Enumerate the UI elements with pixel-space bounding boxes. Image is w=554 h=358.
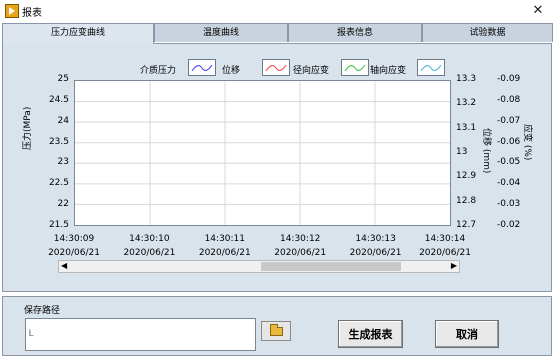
y-mid-tick-label: 13.1	[456, 122, 477, 133]
scroll-left-arrow[interactable]: ◀	[61, 261, 67, 270]
y-mid-tick-label: 13.2	[456, 98, 477, 109]
generate-report-button[interactable]: 生成报表	[338, 320, 403, 348]
x-tick-date-label: 2020/06/21	[123, 248, 176, 258]
legend-swatch-axial-strain	[417, 59, 445, 76]
y-right-tick-label: -0.06	[497, 136, 521, 147]
y-right-tick-label: -0.08	[497, 94, 521, 105]
cancel-button[interactable]: 取消	[435, 320, 499, 348]
tab-report-info[interactable]: 报表信息	[288, 23, 422, 42]
window-title: 报表	[22, 8, 42, 19]
legend-label-radial-strain: 径向应变	[293, 66, 330, 76]
app-icon	[5, 4, 19, 18]
y-right-tick-label: -0.03	[497, 199, 521, 210]
legend-swatch-displacement	[262, 59, 290, 76]
folder-icon	[270, 324, 283, 336]
title-bar: 报表 ✕	[0, 0, 554, 22]
x-tick-time-label: 14:30:12	[279, 234, 321, 244]
y-mid-axis-title: 位移 (mm)	[481, 128, 491, 174]
x-tick-time-label: 14:30:09	[53, 234, 95, 244]
x-tick-date-label: 2020/06/21	[198, 248, 251, 258]
y-left-tick-label: 23	[57, 157, 69, 168]
x-tick-date-label: 2020/06/21	[419, 248, 471, 258]
scroll-right-arrow[interactable]: ▶	[451, 261, 457, 270]
y-right-tick-label: -0.02	[497, 220, 521, 230]
tab-strip: 压力应变曲线 温度曲线 报表信息 试验数据	[2, 23, 553, 44]
path-type-icon: Ꮮ	[29, 329, 35, 339]
y-left-tick-label: 23.5	[48, 136, 69, 147]
y-mid-tick-label: 12.7	[456, 220, 477, 230]
legend-label-pressure: 介质压力	[140, 66, 177, 76]
legend-label-displacement: 位移	[222, 66, 241, 76]
chart-grid	[75, 81, 450, 225]
chart-scrollbar[interactable]: ◀ ▶	[58, 260, 460, 273]
y-left-tick-label: 21.5	[48, 220, 69, 230]
browse-folder-button[interactable]	[261, 321, 291, 341]
y-left-tick-label: 22	[57, 199, 69, 210]
y-right-tick-label: -0.04	[497, 178, 521, 189]
plot-area[interactable]	[74, 80, 451, 226]
y-left-tick-label: 24.5	[48, 94, 69, 105]
y-mid-tick-label: 12.9	[456, 171, 477, 182]
x-tick-date-label: 2020/06/21	[349, 248, 402, 258]
y-left-tick-label: 24	[57, 115, 69, 126]
close-button[interactable]: ✕	[528, 2, 548, 20]
save-path-input[interactable]: Ꮮ	[25, 318, 256, 351]
x-tick-time-label: 14:30:13	[355, 234, 396, 244]
tab-test-data[interactable]: 试验数据	[422, 23, 553, 42]
x-tick-date-label: 2020/06/21	[274, 248, 327, 258]
x-tick-time-label: 14:30:11	[204, 234, 246, 244]
y-mid-tick-label: 13	[456, 147, 468, 157]
y-mid-tick-label: 13.3	[456, 74, 477, 84]
save-path-label: 保存路径	[24, 306, 61, 316]
y-right-axis-title: 应变 (%)	[522, 124, 532, 161]
legend-swatch-radial-strain	[341, 59, 369, 76]
y-right-tick-label: -0.07	[497, 115, 521, 126]
tab-pressure-strain[interactable]: 压力应变曲线	[2, 23, 154, 44]
y-mid-tick-label: 12.8	[456, 195, 477, 206]
x-tick-time-label: 14:30:14	[424, 234, 466, 244]
legend-label-axial-strain: 轴向应变	[370, 66, 407, 76]
x-tick-date-label: 2020/06/21	[48, 248, 100, 258]
tab-temperature[interactable]: 温度曲线	[154, 23, 288, 42]
y-left-tick-label: 22.5	[48, 178, 69, 189]
y-right-tick-label: -0.05	[497, 157, 521, 168]
y-left-tick-label: 25	[57, 74, 69, 84]
y-right-tick-label: -0.09	[497, 74, 521, 84]
y-left-axis-title: 压力(MPa)	[23, 106, 33, 150]
scroll-thumb[interactable]	[261, 262, 401, 271]
x-tick-time-label: 14:30:10	[129, 234, 170, 244]
legend-swatch-pressure	[188, 59, 216, 76]
